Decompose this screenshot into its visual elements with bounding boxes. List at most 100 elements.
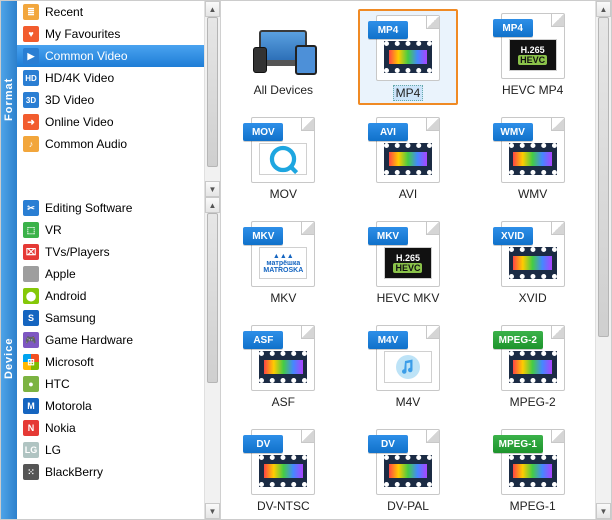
motorola-icon: M — [23, 398, 39, 414]
item-label: 3D Video — [45, 93, 94, 107]
content-scrollbar[interactable]: ▲ ▼ — [595, 1, 611, 519]
format-tile-asf[interactable]: ASF ASF — [233, 321, 333, 409]
device-item-nokia[interactable]: N Nokia — [17, 417, 220, 439]
format-item-hd-4k-video[interactable]: HD HD/4K Video — [17, 67, 220, 89]
format-tile-xvid[interactable]: XVID XVID — [483, 217, 583, 305]
inner-icon — [384, 351, 432, 383]
scroll-down-icon[interactable]: ▼ — [205, 181, 220, 197]
device-item-tvs-players[interactable]: ⌧ TVs/Players — [17, 241, 220, 263]
device-item-apple[interactable]: Apple — [17, 263, 220, 285]
device-list: ✂Editing Software⬚VR ⌧ TVs/Players Apple⬤An… — [17, 197, 220, 519]
tile-thumb: DV — [251, 429, 315, 495]
item-label: TVs/Players — [45, 245, 110, 259]
format-tile-hevc-mp4[interactable]: MP4H.265HEVC HEVC MP4 — [483, 9, 583, 97]
scroll-thumb[interactable] — [207, 213, 218, 383]
format-tile-hevc-mkv[interactable]: MKVH.265HEVCHEVC MKV — [358, 217, 458, 305]
lg-icon: LG — [23, 442, 39, 458]
hd-icon: HD — [23, 70, 39, 86]
device-item-lg[interactable]: LGLG — [17, 439, 220, 461]
blackberry-icon: ⁙ — [23, 464, 39, 480]
tile-label: M4V — [396, 395, 421, 409]
tile-thumb: MP4H.265HEVC — [501, 13, 565, 79]
video-icon: ▶ — [23, 48, 39, 64]
tile-label: MKV — [270, 291, 296, 305]
format-tile-all-devices[interactable]: All Devices — [233, 9, 333, 97]
device-panel: Device ✂Editing Software⬚VR ⌧ TVs/Players A… — [1, 197, 220, 519]
format-tile-avi[interactable]: AVIAVI — [358, 113, 458, 201]
nokia-icon: N — [23, 420, 39, 436]
scroll-thumb[interactable] — [207, 17, 218, 167]
tile-thumb: ASF — [251, 325, 315, 391]
device-item-htc[interactable]: ●HTC — [17, 373, 220, 395]
format-badge: M4V — [368, 331, 408, 349]
tile-thumb: MPEG-1 — [501, 429, 565, 495]
item-label: Common Video — [45, 49, 128, 63]
format-tile-mkv[interactable]: MKV▲▲▲матрёшкаMATROSKAMKV — [233, 217, 333, 305]
format-tab[interactable]: Format — [1, 1, 17, 197]
vr-icon: ⬚ — [23, 222, 39, 238]
tile-thumb — [251, 13, 315, 79]
format-badge: MPEG-1 — [493, 435, 543, 453]
tile-label: XVID — [519, 291, 547, 305]
3d-icon: 3D — [23, 92, 39, 108]
tv-icon: ⌧ — [23, 244, 39, 260]
tile-label: HEVC MKV — [377, 291, 440, 305]
online-icon: ➜ — [23, 114, 39, 130]
tile-thumb: M4V — [376, 325, 440, 391]
device-item-game-hardware[interactable]: 🎮Game Hardware — [17, 329, 220, 351]
tile-label: All Devices — [254, 83, 313, 97]
item-label: Nokia — [45, 421, 76, 435]
format-item-3d-video[interactable]: 3D 3D Video — [17, 89, 220, 111]
device-item-vr[interactable]: ⬚VR — [17, 219, 220, 241]
format-item-my-favourites[interactable]: ♥My Favourites — [17, 23, 220, 45]
format-item-recent[interactable]: ≣Recent — [17, 1, 220, 23]
device-scrollbar[interactable]: ▲ ▼ — [204, 197, 220, 519]
devices-icon — [251, 13, 315, 79]
tile-label: ASF — [272, 395, 295, 409]
format-badge: MKV — [368, 227, 408, 245]
scroll-up-icon[interactable]: ▲ — [205, 1, 220, 17]
tile-thumb: MKV▲▲▲матрёшкаMATROSKA — [251, 221, 315, 287]
microsoft-icon: ⊞ — [23, 354, 39, 370]
tile-label: HEVC MP4 — [502, 83, 563, 97]
inner-icon — [259, 143, 307, 175]
item-label: HD/4K Video — [45, 71, 114, 85]
apple-icon — [23, 266, 39, 282]
item-label: Online Video — [45, 115, 114, 129]
device-item-samsung[interactable]: SSamsung — [17, 307, 220, 329]
format-badge: XVID — [493, 227, 533, 245]
format-list: ≣Recent♥My Favourites ▶ Common Video HD HD/4… — [17, 1, 220, 197]
format-badge: MPEG-2 — [493, 331, 543, 349]
device-item-motorola[interactable]: MMotorola — [17, 395, 220, 417]
format-tile-dv-pal[interactable]: DVDV-PAL — [358, 425, 458, 513]
tile-thumb: WMV — [501, 117, 565, 183]
scroll-thumb[interactable] — [598, 17, 609, 337]
filmstrip-icon — [509, 351, 557, 383]
format-tile-mpeg-1[interactable]: MPEG-1MPEG-1 — [483, 425, 583, 513]
audio-icon: ♪ — [23, 136, 39, 152]
format-tile-mov[interactable]: MOVMOV — [233, 113, 333, 201]
format-item-online-video[interactable]: ➜ Online Video — [17, 111, 220, 133]
format-tile-m4v[interactable]: M4VM4V — [358, 321, 458, 409]
scroll-down-icon[interactable]: ▼ — [596, 503, 611, 519]
format-item-common-audio[interactable]: ♪Common Audio — [17, 133, 220, 155]
format-badge: DV — [368, 435, 408, 453]
device-item-android[interactable]: ⬤Android — [17, 285, 220, 307]
format-tile-wmv[interactable]: WMVWMV — [483, 113, 583, 201]
scroll-up-icon[interactable]: ▲ — [205, 197, 220, 213]
format-scrollbar[interactable]: ▲ ▼ — [204, 1, 220, 197]
device-item-editing-software[interactable]: ✂Editing Software — [17, 197, 220, 219]
device-tab[interactable]: Device — [1, 197, 17, 519]
format-item-common-video[interactable]: ▶ Common Video — [17, 45, 220, 67]
format-badge: MKV — [243, 227, 283, 245]
device-item-microsoft[interactable]: ⊞Microsoft — [17, 351, 220, 373]
scroll-down-icon[interactable]: ▼ — [205, 503, 220, 519]
device-item-blackberry[interactable]: ⁙BlackBerry — [17, 461, 220, 483]
scroll-up-icon[interactable]: ▲ — [596, 1, 611, 17]
format-tile-mpeg-2[interactable]: MPEG-2MPEG-2 — [483, 321, 583, 409]
format-tile-mp4[interactable]: MP4MP4 — [358, 9, 458, 105]
inner-icon: ▲▲▲матрёшкаMATROSKA — [259, 247, 307, 279]
list-icon: ≣ — [23, 4, 39, 20]
format-tile-dv-ntsc[interactable]: DVDV-NTSC — [233, 425, 333, 513]
filmstrip-icon — [384, 143, 432, 175]
